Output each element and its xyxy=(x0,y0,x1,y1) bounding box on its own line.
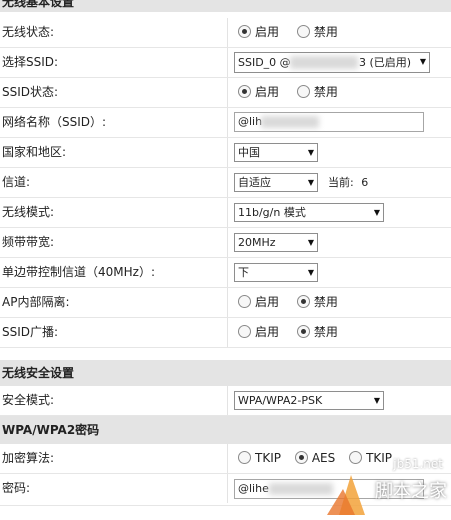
watermark-logo: jb51.net 脚本之家 xyxy=(321,455,451,517)
current-channel-value: 6 xyxy=(361,176,369,189)
row-channel: 信道: 自适应 ▼ 当前: 6 xyxy=(0,168,451,198)
wireless-status-label: 无线状态: xyxy=(2,25,55,39)
divider xyxy=(227,288,228,317)
network-name-label: 网络名称（SSID）: xyxy=(2,115,107,129)
sideband-select[interactable]: 下 ▼ xyxy=(234,263,318,282)
row-ssid-broadcast: SSID广播: 启用 禁用 xyxy=(0,318,451,348)
row-ssid-status: SSID状态: 启用 禁用 xyxy=(0,78,451,108)
aes-radio[interactable] xyxy=(294,451,308,464)
bandwidth-label: 频带带宽: xyxy=(2,235,55,249)
row-network-name: 网络名称（SSID）: @lih xyxy=(0,108,451,138)
ssid-disable-label: 禁用 xyxy=(313,85,338,99)
watermark-line1: jb51.net xyxy=(393,457,443,471)
ssid-status-label: SSID状态: xyxy=(2,85,59,99)
row-select-ssid: 选择SSID: SSID_0 @ 3 (已启用) ▼ xyxy=(0,48,451,78)
encryption-label: 加密算法: xyxy=(2,451,55,465)
sideband-value: 下 xyxy=(238,266,249,279)
country-label: 国家和地区: xyxy=(2,145,67,159)
row-country: 国家和地区: 中国 ▼ xyxy=(0,138,451,168)
bandwidth-value: 20MHz xyxy=(238,236,276,249)
section-header-security: 无线安全设置 xyxy=(0,360,451,386)
divider xyxy=(227,258,228,287)
ssid-select-prefix: SSID_0 @ xyxy=(238,56,291,69)
ap-isolation-enable-label: 启用 xyxy=(255,295,280,309)
divider xyxy=(227,444,228,473)
channel-select[interactable]: 自适应 ▼ xyxy=(234,173,318,192)
wireless-disable-label: 禁用 xyxy=(313,25,338,39)
network-name-value: @lih xyxy=(238,115,263,128)
channel-label: 信道: xyxy=(2,175,31,189)
select-ssid-label: 选择SSID: xyxy=(2,55,59,69)
channel-value: 自适应 xyxy=(238,176,271,189)
network-name-redacted xyxy=(261,116,319,128)
wireless-mode-select[interactable]: 11b/g/n 模式 ▼ xyxy=(234,203,384,222)
divider xyxy=(227,474,228,503)
divider xyxy=(227,18,228,47)
chevron-down-icon: ▼ xyxy=(307,268,314,277)
divider xyxy=(227,168,228,197)
divider xyxy=(227,78,228,107)
tkip-radio[interactable] xyxy=(238,451,251,464)
sideband-label: 单边带控制信道（40MHz）: xyxy=(2,265,155,279)
wireless-disable-radio[interactable] xyxy=(296,25,310,38)
chevron-down-icon: ▼ xyxy=(419,57,426,66)
section-title-basic: 无线基本设置 xyxy=(2,0,75,9)
country-select[interactable]: 中国 ▼ xyxy=(234,143,318,162)
section-title-security: 无线安全设置 xyxy=(2,366,75,380)
wireless-mode-label: 无线模式: xyxy=(2,205,55,219)
bandwidth-select[interactable]: 20MHz ▼ xyxy=(234,233,318,252)
divider xyxy=(227,386,228,415)
current-channel: 当前: 6 xyxy=(328,168,368,197)
security-mode-label: 安全模式: xyxy=(2,393,55,407)
security-mode-value: WPA/WPA2-PSK xyxy=(238,394,323,407)
section-header-basic: 无线基本设置 xyxy=(0,0,451,12)
ssid-enable-label: 启用 xyxy=(255,85,280,99)
security-mode-select[interactable]: WPA/WPA2-PSK ▼ xyxy=(234,391,384,410)
chevron-down-icon: ▼ xyxy=(307,148,314,157)
row-ap-isolation: AP内部隔离: 启用 禁用 xyxy=(0,288,451,318)
watermark-line2: 脚本之家 xyxy=(375,481,447,502)
ssid-disable-radio[interactable] xyxy=(296,85,310,98)
ap-isolation-enable-radio[interactable] xyxy=(238,295,251,308)
divider xyxy=(227,48,228,77)
row-wireless-mode: 无线模式: 11b/g/n 模式 ▼ xyxy=(0,198,451,228)
ssid-broadcast-disable-radio[interactable] xyxy=(296,325,310,338)
divider xyxy=(227,198,228,227)
ssid-broadcast-disable-label: 禁用 xyxy=(313,325,338,339)
chevron-down-icon: ▼ xyxy=(307,238,314,247)
ap-isolation-disable-label: 禁用 xyxy=(313,295,338,309)
row-security-mode: 安全模式: WPA/WPA2-PSK ▼ xyxy=(0,386,451,416)
divider xyxy=(227,138,228,167)
chevron-down-icon: ▼ xyxy=(373,208,380,217)
divider xyxy=(227,228,228,257)
ap-isolation-disable-radio[interactable] xyxy=(296,295,310,308)
ap-isolation-label: AP内部隔离: xyxy=(2,295,70,309)
divider xyxy=(227,318,228,347)
section-title-wpa: WPA/WPA2密码 xyxy=(2,423,100,437)
chevron-down-icon: ▼ xyxy=(307,178,314,187)
section-header-wpa: WPA/WPA2密码 xyxy=(0,416,451,444)
row-sideband: 单边带控制信道（40MHz）: 下 ▼ xyxy=(0,258,451,288)
tkip-label: TKIP xyxy=(255,451,281,465)
password-value: @lihe xyxy=(238,482,269,495)
ssid-broadcast-label: SSID广播: xyxy=(2,325,59,339)
current-channel-label: 当前: xyxy=(328,176,354,189)
network-name-input[interactable]: @lih xyxy=(234,112,424,132)
ssid-redacted xyxy=(290,56,358,69)
ssid-broadcast-enable-label: 启用 xyxy=(255,325,280,339)
wireless-mode-value: 11b/g/n 模式 xyxy=(238,206,306,219)
row-bandwidth: 频带带宽: 20MHz ▼ xyxy=(0,228,451,258)
ssid-select[interactable]: SSID_0 @ 3 (已启用) ▼ xyxy=(234,52,430,73)
password-label: 密码: xyxy=(2,481,31,495)
row-wireless-status: 无线状态: 启用 禁用 xyxy=(0,18,451,48)
wireless-enable-radio[interactable] xyxy=(238,25,251,38)
ssid-broadcast-enable-radio[interactable] xyxy=(238,325,251,338)
ssid-select-suffix: 3 (已启用) xyxy=(359,56,412,69)
chevron-down-icon: ▼ xyxy=(373,396,380,405)
country-value: 中国 xyxy=(238,146,260,159)
wireless-enable-label: 启用 xyxy=(255,25,280,39)
divider xyxy=(227,108,228,137)
ssid-enable-radio[interactable] xyxy=(238,85,251,98)
